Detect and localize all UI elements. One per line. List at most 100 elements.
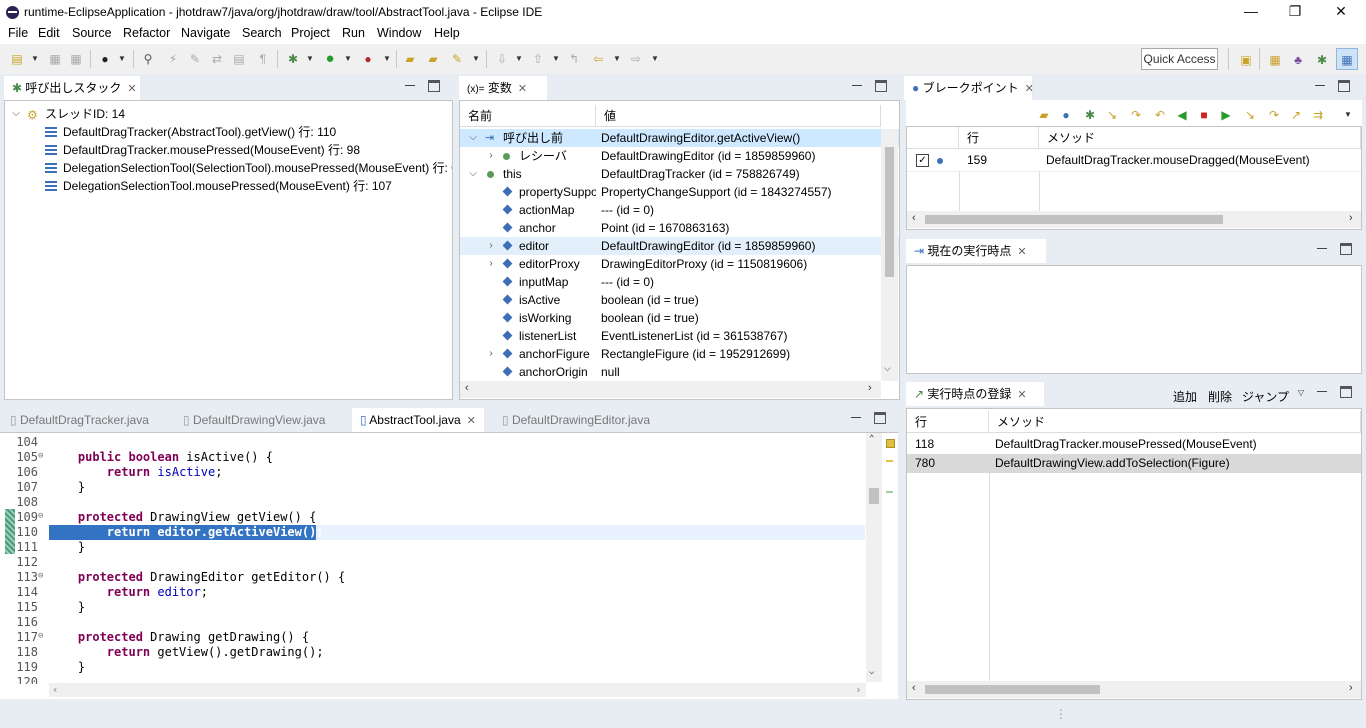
column-header-method[interactable]: メソッド <box>989 411 1361 433</box>
exec-log-hscrollbar[interactable]: ‹ › <box>907 681 1361 698</box>
close-icon[interactable]: ✕ <box>1017 389 1026 401</box>
variable-row[interactable]: anchor Point (id = 1670863163) <box>460 219 899 237</box>
resume-back-icon[interactable]: ◀ <box>1174 107 1190 123</box>
run-icon[interactable]: ● <box>322 51 338 67</box>
minimize-icon[interactable] <box>1316 243 1328 255</box>
bug-icon[interactable]: ✱ <box>1082 107 1098 123</box>
run-dropdown-icon[interactable]: ▼ <box>344 51 352 67</box>
minimize-icon[interactable] <box>1314 80 1326 92</box>
mark-icon[interactable]: ✎ <box>187 51 203 67</box>
variable-row[interactable]: listenerList EventListenerList (id = 361… <box>460 327 899 345</box>
resume-icon[interactable]: ▶ <box>1218 107 1234 123</box>
tab-defaultdrawingeditor[interactable]: ▯ DefaultDrawingEditor.java <box>494 408 658 432</box>
menu-source[interactable]: Source <box>72 26 112 40</box>
variable-row[interactable]: propertySuppo PropertyChangeSupport (id … <box>460 183 899 201</box>
view-menu-icon[interactable]: ▼ <box>1344 107 1352 123</box>
save-all-icon[interactable]: ▦ <box>68 51 84 67</box>
breakpoint-icon[interactable]: ● <box>1058 107 1074 123</box>
delete-button[interactable]: 削除 <box>1208 388 1232 405</box>
variable-row[interactable]: actionMap --- (id = 0) <box>460 201 899 219</box>
tab-exec-point[interactable]: ⇥ 現在の実行時点 ✕ <box>906 239 1046 263</box>
save-icon[interactable]: ▦ <box>47 51 63 67</box>
maximize-icon[interactable] <box>1340 243 1352 255</box>
menu-search[interactable]: Search <box>242 26 282 40</box>
skip-breakpoints-icon[interactable]: ⚡ <box>165 51 181 67</box>
close-icon[interactable]: ✕ <box>1017 246 1026 258</box>
variable-row[interactable]: › editorProxy DrawingEditorProxy (id = 1… <box>460 255 899 273</box>
fold-icon[interactable]: ⊖ <box>38 511 43 521</box>
profile-dropdown-icon[interactable]: ▼ <box>118 51 126 67</box>
custom-perspective-icon[interactable]: ▦ <box>1339 52 1355 68</box>
open-type-icon[interactable]: ▰ <box>402 51 418 67</box>
sync-icon[interactable]: ⇄ <box>209 51 225 67</box>
tab-abstracttool[interactable]: ▯ AbstractTool.java ✕ <box>352 408 484 432</box>
quick-access-field[interactable]: Quick Access <box>1141 48 1218 70</box>
stack-frame[interactable]: DefaultDragTracker.mousePressed(MouseEve… <box>5 141 452 159</box>
jump-button[interactable]: ジャンプ <box>1242 388 1289 405</box>
next-annotation-icon[interactable]: ⇩ <box>494 51 510 67</box>
search-dropdown-icon[interactable]: ▼ <box>472 51 480 67</box>
add-button[interactable]: 追加 <box>1173 388 1197 405</box>
breakpoint-row[interactable]: ✓ 159 DefaultDragTracker.mouseDragged(Mo… <box>907 151 1361 172</box>
maximize-icon[interactable] <box>1338 80 1350 92</box>
variable-row[interactable]: › anchorFigure RectangleFigure (id = 195… <box>460 345 899 363</box>
open-perspective-icon[interactable]: ▣ <box>1238 52 1254 68</box>
tab-variables[interactable]: (x)= 変数 ✕ <box>459 76 547 100</box>
menu-navigate[interactable]: Navigate <box>181 26 230 40</box>
tab-exec-log[interactable]: ↗ 実行時点の登録 ✕ <box>906 382 1044 406</box>
debug-perspective-icon[interactable]: ✱ <box>1314 52 1330 68</box>
variable-row[interactable]: inputMap --- (id = 0) <box>460 273 899 291</box>
column-header-name[interactable]: 名前 <box>460 105 596 127</box>
editor-vscrollbar[interactable]: ⌃ ⌵ <box>866 433 882 682</box>
tab-defaultdragtracker[interactable]: ▯ DefaultDragTracker.java <box>2 408 157 432</box>
search-icon[interactable]: ✎ <box>449 51 465 67</box>
step-out-icon[interactable]: ↗ <box>1288 107 1304 123</box>
step-over-forward-icon[interactable]: ↷ <box>1266 107 1282 123</box>
minimize-icon[interactable] <box>850 412 862 424</box>
menu-edit[interactable]: Edit <box>38 26 60 40</box>
back-icon[interactable]: ⇦ <box>590 51 606 67</box>
minimize-icon[interactable] <box>851 80 863 92</box>
fold-icon[interactable]: ⊖ <box>38 451 43 461</box>
menu-help[interactable]: Help <box>434 26 460 40</box>
prev-annotation-icon[interactable]: ⇧ <box>530 51 546 67</box>
open-icon[interactable]: ▰ <box>1036 107 1052 123</box>
prev-annotation-dropdown-icon[interactable]: ▼ <box>552 51 560 67</box>
breakpoints-hscrollbar[interactable]: ‹ › <box>907 211 1361 228</box>
menu-run[interactable]: Run <box>342 26 365 40</box>
variable-row[interactable]: › editor DefaultDrawingEditor (id = 1859… <box>460 237 899 255</box>
java-perspective-icon[interactable]: ♣ <box>1290 52 1306 68</box>
variables-vscrollbar[interactable]: ⌵ <box>881 129 898 381</box>
overview-ruler[interactable] <box>883 433 898 682</box>
variables-hscrollbar[interactable]: ‹ › <box>460 381 881 398</box>
fold-icon[interactable]: ⊖ <box>38 631 43 641</box>
menu-window[interactable]: Window <box>377 26 421 40</box>
minimize-icon[interactable] <box>404 80 416 92</box>
new-icon[interactable]: ▤ <box>9 51 25 67</box>
column-header-line[interactable]: 行 <box>907 411 989 433</box>
debug-icon[interactable]: ✱ <box>285 51 301 67</box>
variable-row[interactable]: isActive boolean (id = true) <box>460 291 899 309</box>
debug-dropdown-icon[interactable]: ▼ <box>306 51 314 67</box>
next-annotation-dropdown-icon[interactable]: ▼ <box>515 51 523 67</box>
variable-row[interactable]: isWorking boolean (id = true) <box>460 309 899 327</box>
step-into-icon[interactable]: ↘ <box>1104 107 1120 123</box>
paragraph-icon[interactable]: ¶ <box>255 51 271 67</box>
toggle-breakpoint-icon[interactable]: ⚲ <box>140 51 156 67</box>
tab-breakpoints[interactable]: ● ブレークポイント ✕ <box>904 76 1034 100</box>
forward-dropdown-icon[interactable]: ▼ <box>651 51 659 67</box>
maximize-icon[interactable] <box>875 80 887 92</box>
list-icon[interactable]: ▤ <box>231 51 247 67</box>
exec-log-row[interactable]: 118 DefaultDragTracker.mousePressed(Mous… <box>907 435 1361 454</box>
forward-icon[interactable]: ⇨ <box>628 51 644 67</box>
close-icon[interactable]: ✕ <box>467 415 476 427</box>
last-edit-icon[interactable]: ↰ <box>566 51 582 67</box>
tab-defaultdrawingview[interactable]: ▯ DefaultDrawingView.java <box>175 408 333 432</box>
menu-file[interactable]: File <box>8 26 28 40</box>
step-over-icon[interactable]: ↷ <box>1128 107 1144 123</box>
column-header-line[interactable]: 行 <box>959 127 1039 149</box>
minimize-icon[interactable] <box>1316 386 1328 398</box>
editor-hscrollbar[interactable]: ‹ › <box>49 683 866 697</box>
tab-callstack[interactable]: ✱ 呼び出しスタック ✕ <box>4 76 140 100</box>
menu-refactor[interactable]: Refactor <box>123 26 170 40</box>
